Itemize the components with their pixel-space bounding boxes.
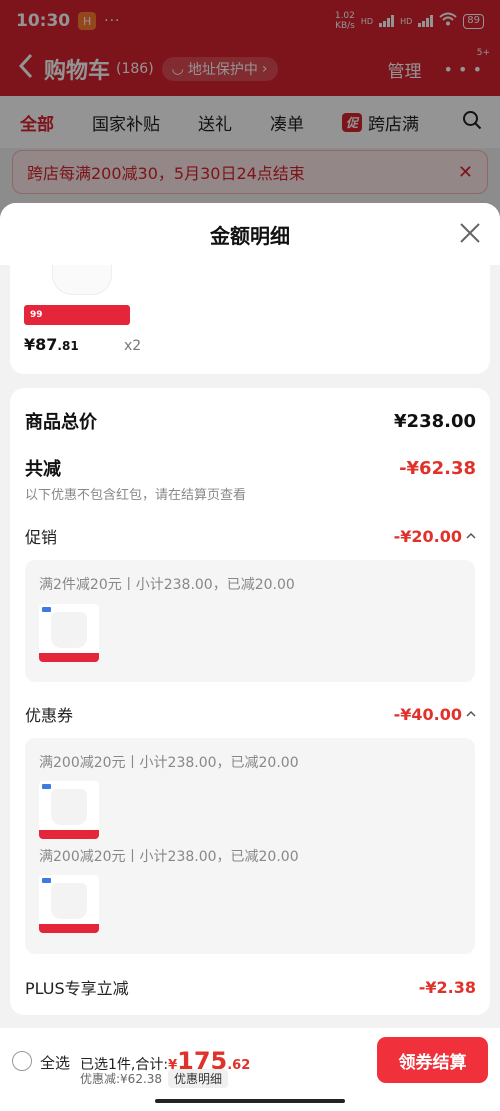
select-all-label[interactable]: 全选 bbox=[40, 1052, 70, 1073]
checkout-bar: 全选 已选1件,合计: ¥ 175 .62 优惠减:¥62.38 优惠明细 领券… bbox=[0, 1028, 500, 1111]
coupon-row[interactable]: 优惠券 -¥40.00 bbox=[25, 702, 476, 726]
amount-detail-sheet: 金额明细 99 ¥87.81 x2 商品总价 ¥238.00 共减 -¥62.3… bbox=[0, 203, 500, 1028]
promo-row[interactable]: 促销 -¥20.00 bbox=[25, 524, 476, 548]
tshirt-image bbox=[52, 265, 112, 295]
price-integer: 87 bbox=[35, 335, 58, 354]
sheet-title: 金额明细 bbox=[210, 223, 290, 248]
total-price-row: 商品总价 ¥238.00 bbox=[25, 408, 476, 434]
coupon-product-thumb[interactable] bbox=[39, 875, 99, 933]
promo-product-thumb[interactable] bbox=[39, 604, 99, 662]
price-ribbon bbox=[39, 924, 99, 933]
product-quantity: x2 bbox=[124, 338, 142, 354]
promo-detail-line: 满2件减20元丨小计238.00，已减20.00 bbox=[39, 577, 295, 593]
brand-logo-icon bbox=[42, 784, 51, 789]
sheet-header: 金额明细 bbox=[0, 203, 500, 265]
price-ribbon bbox=[39, 653, 99, 662]
promo-detail-box: 满2件减20元丨小计238.00，已减20.00 bbox=[25, 560, 475, 682]
amount-detail-card: 商品总价 ¥238.00 共减 -¥62.38 以下优惠不包含红包，请在结算页查… bbox=[10, 388, 490, 1015]
coupon-product-thumb[interactable] bbox=[39, 781, 99, 839]
product-image[interactable]: 99 bbox=[24, 265, 144, 329]
price-symbol: ¥ bbox=[24, 335, 36, 354]
coupon-detail-box: 满200减20元丨小计238.00，已减20.00 满200减20元丨小计238… bbox=[25, 738, 475, 954]
total-reduce-row: 共减 -¥62.38 bbox=[25, 455, 476, 481]
total-reduce-value: -¥62.38 bbox=[399, 457, 476, 479]
coupon-detail-line: 满200减20元丨小计238.00，已减20.00 bbox=[39, 849, 299, 865]
plus-discount-row: PLUS专享立减 -¥2.38 bbox=[25, 975, 476, 999]
coupon-detail-line: 满200减20元丨小计238.00，已减20.00 bbox=[39, 755, 299, 771]
chevron-up-icon bbox=[466, 532, 476, 539]
tshirt-image bbox=[51, 789, 87, 825]
promo-label: 促销 bbox=[25, 528, 58, 547]
product-card: 99 ¥87.81 x2 bbox=[10, 265, 490, 374]
total-reduce-label: 共减 bbox=[25, 459, 61, 480]
promo-value: -¥20.00 bbox=[393, 526, 462, 546]
coupon-value: -¥40.00 bbox=[393, 704, 462, 724]
total-price-label: 商品总价 bbox=[25, 412, 97, 433]
discount-detail-button[interactable]: 优惠明细 bbox=[168, 1069, 229, 1088]
product-price: ¥87.81 bbox=[24, 335, 79, 354]
price-decimal: .81 bbox=[57, 339, 79, 353]
discount-line: 优惠减:¥62.38 优惠明细 bbox=[80, 1069, 229, 1088]
coupon-label: 优惠券 bbox=[25, 706, 74, 725]
price-ribbon-text: 99 bbox=[30, 310, 43, 320]
discount-amount: 优惠减:¥62.38 bbox=[80, 1072, 163, 1086]
total-decimal: .62 bbox=[227, 1058, 251, 1073]
close-icon[interactable] bbox=[458, 221, 482, 245]
brand-logo-icon bbox=[42, 878, 51, 883]
brand-logo-icon bbox=[42, 607, 51, 612]
plus-discount-label: PLUS专享立减 bbox=[25, 979, 129, 998]
total-price-value: ¥238.00 bbox=[394, 410, 476, 432]
tshirt-image bbox=[51, 612, 87, 648]
price-ribbon bbox=[39, 830, 99, 839]
coupon-value-group: -¥40.00 bbox=[394, 705, 476, 724]
tshirt-image bbox=[51, 883, 87, 919]
plus-discount-value: -¥2.38 bbox=[418, 977, 476, 997]
home-indicator[interactable] bbox=[155, 1099, 345, 1103]
chevron-up-icon bbox=[466, 710, 476, 717]
price-ribbon: 99 bbox=[24, 305, 130, 325]
select-all-checkbox[interactable] bbox=[12, 1051, 32, 1071]
promo-value-group: -¥20.00 bbox=[394, 527, 476, 546]
red-packet-note: 以下优惠不包含红包，请在结算页查看 bbox=[25, 488, 247, 503]
checkout-button[interactable]: 领券结算 bbox=[377, 1037, 488, 1083]
